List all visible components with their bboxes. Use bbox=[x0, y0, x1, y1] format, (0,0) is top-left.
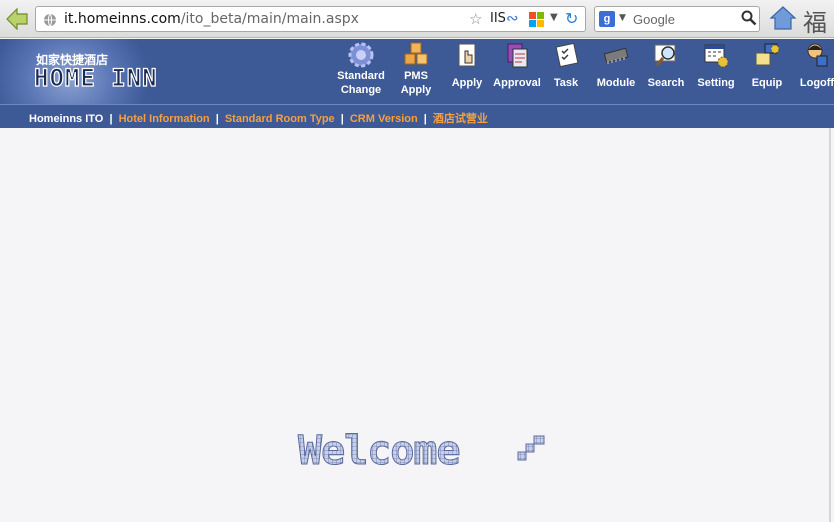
boxes-icon bbox=[402, 41, 430, 69]
browser-toolbar: it.homeinns.com/ito_beta/main/main.aspx … bbox=[0, 0, 834, 38]
documents-icon bbox=[503, 41, 531, 69]
url-host: it.homeinns.com bbox=[64, 11, 181, 27]
toolbar-label: Module bbox=[596, 77, 636, 89]
chip-icon bbox=[602, 41, 630, 69]
toolbar-label: Task bbox=[553, 77, 579, 89]
welcome-banner: Welcome bbox=[296, 428, 548, 475]
toolbar-logoff[interactable]: Logoff bbox=[796, 41, 834, 90]
link-hotel-information[interactable]: Hotel Information bbox=[119, 113, 210, 125]
toolbar-label: PMS Apply bbox=[400, 70, 432, 96]
link-standard-room-type[interactable]: Standard Room Type bbox=[225, 113, 335, 125]
link-crm-version[interactable]: CRM Version bbox=[350, 113, 418, 125]
back-arrow-icon[interactable] bbox=[4, 6, 30, 32]
toolbar-task[interactable]: Task bbox=[548, 41, 584, 90]
toolbar-search[interactable]: Search bbox=[645, 41, 687, 90]
hand-pointer-icon bbox=[453, 41, 481, 69]
breadcrumb-separator: | bbox=[423, 113, 427, 125]
toolbar-label: Setting bbox=[697, 77, 735, 89]
pencil-icon bbox=[517, 435, 545, 461]
breadcrumb: Homeinns ITO | Hotel Information | Stand… bbox=[0, 104, 834, 128]
home-icon[interactable] bbox=[769, 5, 797, 35]
toolbar-equip[interactable]: Equip bbox=[747, 41, 787, 90]
link-hotel-trial-opening[interactable]: 酒店试营业 bbox=[433, 113, 488, 125]
toolbar-approval[interactable]: Approval bbox=[490, 41, 544, 90]
globe-icon bbox=[43, 12, 57, 27]
brand-name-en: HOME INN bbox=[33, 63, 158, 92]
toolbar-label: Standard Change bbox=[337, 70, 385, 96]
calendar-gear-icon bbox=[702, 41, 730, 69]
search-box[interactable]: g ▼ Google bbox=[594, 6, 760, 32]
breadcrumb-separator: | bbox=[215, 113, 219, 125]
checklist-icon bbox=[552, 41, 580, 69]
welcome-text: Welcome bbox=[298, 430, 460, 468]
address-bar[interactable]: it.homeinns.com/ito_beta/main/main.aspx … bbox=[35, 6, 586, 32]
toolbar-pms-apply[interactable]: PMS Apply bbox=[393, 41, 439, 97]
toolbar-label: Equip bbox=[751, 77, 783, 89]
computer-icon bbox=[753, 41, 781, 69]
fu-character-icon[interactable]: 福 bbox=[803, 3, 827, 38]
toolbar-apply[interactable]: Apply bbox=[447, 41, 487, 90]
breadcrumb-separator: | bbox=[109, 113, 113, 125]
toolbar-label: Approval bbox=[493, 77, 541, 89]
engine-dropdown-icon[interactable]: ▼ bbox=[619, 13, 626, 23]
breadcrumb-separator: | bbox=[340, 113, 344, 125]
toolbar-standard-change[interactable]: Standard Change bbox=[333, 41, 389, 97]
toolbar-label: Apply bbox=[451, 77, 483, 89]
url-path: /ito_beta/main/main.aspx bbox=[180, 11, 359, 27]
bookmark-star-icon[interactable]: ☆ bbox=[469, 10, 482, 28]
toolbar-setting[interactable]: Setting bbox=[693, 41, 739, 90]
search-input[interactable]: Google bbox=[633, 12, 675, 27]
wave-icon[interactable]: ∾ bbox=[506, 9, 519, 27]
windows-logo-icon[interactable] bbox=[529, 12, 545, 28]
user-logoff-icon bbox=[803, 41, 831, 69]
reload-icon[interactable]: ↻ bbox=[565, 9, 578, 28]
toolbar-label: Search bbox=[647, 77, 685, 89]
url-dropdown-icon[interactable]: ▼ bbox=[550, 12, 558, 23]
magnifier-icon bbox=[652, 41, 680, 69]
breadcrumb-root: Homeinns ITO bbox=[29, 113, 104, 125]
frame-edge bbox=[829, 128, 831, 522]
app-header: 如家快捷酒店 HOME INN Standard Change PMS Appl… bbox=[0, 39, 834, 104]
toolbar-label: Logoff bbox=[799, 77, 834, 89]
gear-icon bbox=[347, 41, 375, 69]
iis-addon-label[interactable]: IIS bbox=[490, 11, 506, 26]
toolbar-module[interactable]: Module bbox=[594, 41, 638, 90]
search-icon[interactable] bbox=[741, 10, 757, 30]
google-engine-icon[interactable]: g bbox=[599, 11, 615, 27]
url-text[interactable]: it.homeinns.com/ito_beta/main/main.aspx bbox=[64, 11, 359, 27]
